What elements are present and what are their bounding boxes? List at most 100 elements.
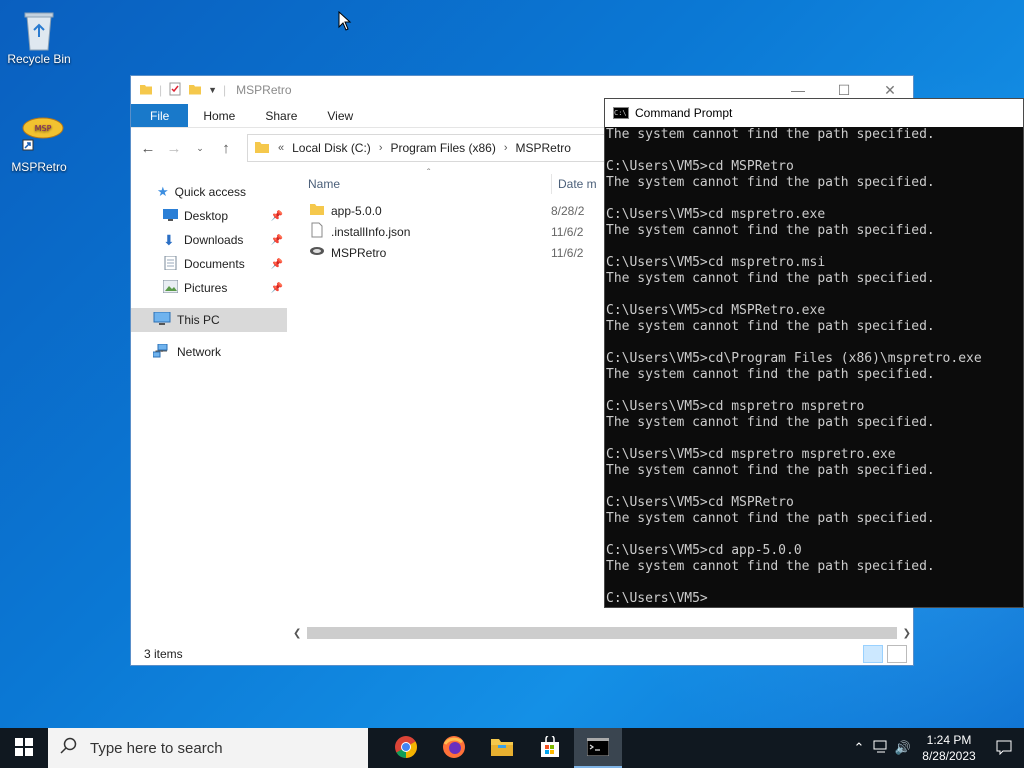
taskbar-firefox[interactable] — [430, 728, 478, 768]
column-header-name[interactable]: Name ˆ — [291, 168, 551, 191]
nav-item-quick-access[interactable]: ★ Quick access — [131, 180, 287, 204]
scrollbar-thumb[interactable] — [307, 627, 897, 639]
pictures-icon — [162, 279, 179, 296]
navigation-pane: ★ Quick access Desktop 📌 ⬇ Downloads 📌 D… — [131, 168, 287, 643]
horizontal-scrollbar[interactable]: ❮ ❯ — [291, 625, 913, 641]
nav-item-label: Quick access — [174, 185, 247, 199]
console-line: C:\Users\VM5>cd mspretro.exe — [606, 207, 826, 222]
large-icons-view-icon[interactable] — [887, 645, 907, 663]
nav-item-label: Pictures — [184, 281, 228, 295]
sort-ascending-icon: ˆ — [427, 168, 431, 179]
clock[interactable]: 1:24 PM 8/28/2023 — [914, 732, 984, 764]
properties-icon[interactable] — [168, 82, 182, 99]
console-line: The system cannot find the path specifie… — [606, 511, 935, 526]
nav-item-desktop[interactable]: Desktop 📌 — [131, 204, 287, 228]
console-line: The system cannot find the path specifie… — [606, 175, 935, 190]
computer-icon — [153, 311, 171, 329]
pin-icon[interactable]: 📌 — [271, 211, 283, 222]
console-line: C:\Users\VM5>cd mspretro mspretro — [606, 399, 865, 414]
system-tray: ⌃ 🔊 1:24 PM 8/28/2023 — [848, 728, 1024, 768]
pin-icon[interactable]: 📌 — [271, 235, 283, 246]
console-line: C:\Users\VM5>cd mspretro.msi — [606, 255, 826, 270]
recent-locations-chevron-icon[interactable]: ⌄ — [189, 143, 211, 154]
file-name: MSPRetro — [331, 245, 387, 260]
desktop-icon-msp-retro[interactable]: MSP MSPRetro — [2, 116, 76, 174]
chevron-right-icon[interactable]: › — [504, 142, 508, 154]
nav-item-label: Network — [177, 345, 222, 359]
notifications-icon[interactable] — [984, 739, 1024, 758]
desktop-icon — [163, 208, 178, 224]
tab-home[interactable]: Home — [188, 104, 250, 127]
console-line: C:\Users\VM5>cd\Program Files (x86)\mspr… — [606, 351, 982, 366]
mouse-cursor-icon — [338, 10, 352, 34]
console-line: C:\Users\VM5>cd mspretro mspretro.exe — [606, 447, 896, 462]
nav-item-this-pc[interactable]: This PC — [131, 308, 287, 332]
breadcrumb-program-files[interactable]: Program Files (x86) — [390, 141, 495, 155]
clock-time: 1:24 PM — [926, 733, 972, 747]
pin-icon[interactable]: 📌 — [271, 283, 283, 294]
console-line: The system cannot find the path specifie… — [606, 367, 935, 382]
command-prompt-icon — [586, 737, 610, 759]
console-line: C:\Users\VM5> — [606, 591, 708, 606]
new-folder-icon[interactable] — [188, 82, 202, 99]
forward-arrow-icon[interactable]: → — [163, 140, 185, 157]
details-view-icon[interactable] — [863, 645, 883, 663]
console-line: C:\Users\VM5>cd app-5.0.0 — [606, 543, 802, 558]
nav-item-downloads[interactable]: ⬇ Downloads 📌 — [131, 228, 287, 252]
item-count: 3 items — [144, 647, 183, 661]
volume-icon[interactable]: 🔊 — [892, 740, 914, 756]
search-placeholder: Type here to search — [90, 739, 223, 757]
quick-access-toolbar: | ▼ | — [139, 82, 226, 99]
taskbar-search-box[interactable]: Type here to search — [48, 728, 368, 768]
nav-item-network[interactable]: Network — [131, 340, 287, 364]
start-button[interactable] — [0, 728, 48, 768]
breadcrumb-msp-retro[interactable]: MSPRetro — [516, 141, 571, 155]
chrome-icon — [394, 735, 418, 762]
console-line: The system cannot find the path specifie… — [606, 271, 935, 286]
clock-date: 8/28/2023 — [922, 749, 976, 763]
console-line: C:\Users\VM5>cd MSPRetro.exe — [606, 303, 826, 318]
taskbar-store[interactable] — [526, 728, 574, 768]
breadcrumb-local-disk[interactable]: Local Disk (C:) — [292, 141, 371, 155]
scroll-right-icon[interactable]: ❯ — [903, 628, 913, 639]
folder-icon — [309, 202, 325, 219]
cmd-titlebar[interactable]: C:\ Command Prompt — [605, 99, 1023, 127]
file-date: 11/6/2 — [551, 224, 584, 239]
nav-item-documents[interactable]: Documents 📌 — [131, 252, 287, 276]
svg-text:MSP: MSP — [35, 124, 52, 133]
back-arrow-icon[interactable]: ← — [137, 140, 159, 157]
documents-icon — [163, 255, 178, 273]
console-line: The system cannot find the path specifie… — [606, 127, 935, 142]
column-header-date-modified[interactable]: Date m — [551, 174, 597, 194]
tab-file[interactable]: File — [131, 104, 189, 127]
console-line: The system cannot find the path specifie… — [606, 415, 935, 430]
view-toggle — [863, 645, 907, 663]
pin-icon[interactable]: 📌 — [271, 259, 283, 270]
scroll-left-icon[interactable]: ❮ — [291, 628, 301, 639]
network-icon[interactable] — [870, 740, 892, 757]
address-bar[interactable]: « Local Disk (C:) › Program Files (x86) … — [247, 134, 627, 162]
tab-share[interactable]: Share — [250, 104, 312, 127]
document-icon — [309, 222, 325, 241]
console-line: The system cannot find the path specifie… — [606, 223, 935, 238]
breadcrumb-overflow[interactable]: « — [278, 142, 284, 154]
show-hidden-icons-chevron-icon[interactable]: ⌃ — [848, 740, 870, 756]
taskbar-command-prompt[interactable] — [574, 728, 622, 768]
tab-view[interactable]: View — [312, 104, 368, 127]
nav-item-pictures[interactable]: Pictures 📌 — [131, 276, 287, 300]
customize-toolbar-icon[interactable]: ▼ — [208, 85, 217, 95]
taskbar-file-explorer[interactable] — [478, 728, 526, 768]
console-output[interactable]: The system cannot find the path specifie… — [606, 127, 1023, 607]
chevron-right-icon[interactable]: › — [379, 142, 383, 154]
up-arrow-icon[interactable]: ↑ — [215, 140, 237, 157]
star-icon: ★ — [157, 184, 169, 199]
nav-item-label: Desktop — [184, 209, 229, 223]
windows-logo-icon — [15, 737, 33, 759]
desktop-icon-recycle-bin[interactable]: Recycle Bin — [2, 8, 76, 66]
taskbar-chrome[interactable] — [382, 728, 430, 768]
